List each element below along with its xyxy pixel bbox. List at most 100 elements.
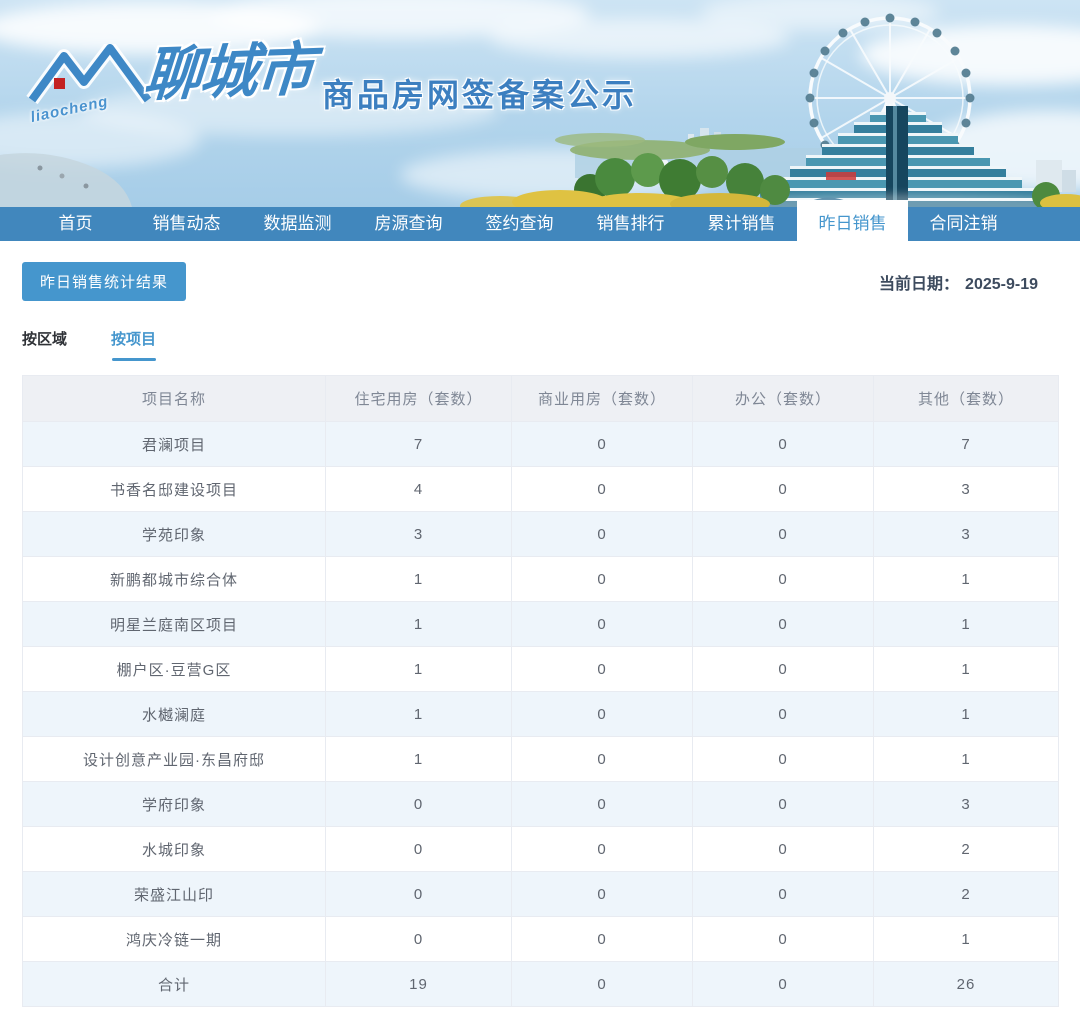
toolbar: 昨日销售统计结果 当前日期： 2025-9-19 bbox=[22, 262, 1038, 301]
col-header-project-name: 项目名称 bbox=[23, 376, 326, 422]
residential-count-cell: 1 bbox=[326, 647, 512, 692]
project-name-cell: 合计 bbox=[23, 962, 326, 1007]
other-count-cell: 1 bbox=[874, 692, 1059, 737]
table-row: 水城印象 0 0 0 2 bbox=[23, 827, 1059, 872]
other-count-cell: 2 bbox=[874, 827, 1059, 872]
tab-by-district[interactable]: 按区域 bbox=[22, 328, 67, 361]
tab-by-project[interactable]: 按项目 bbox=[111, 328, 156, 361]
nav-item-contract-search[interactable]: 签约查询 bbox=[464, 207, 575, 241]
office-count-cell: 0 bbox=[693, 872, 874, 917]
residential-count-cell: 1 bbox=[326, 692, 512, 737]
residential-count-cell: 7 bbox=[326, 422, 512, 467]
commercial-count-cell: 0 bbox=[512, 827, 693, 872]
col-header-residential: 住宅用房（套数） bbox=[326, 376, 512, 422]
table-row: 学府印象 0 0 0 3 bbox=[23, 782, 1059, 827]
residential-count-cell: 0 bbox=[326, 917, 512, 962]
other-count-cell: 3 bbox=[874, 467, 1059, 512]
residential-count-cell: 1 bbox=[326, 557, 512, 602]
project-name-cell: 新鹏都城市综合体 bbox=[23, 557, 326, 602]
residential-count-cell: 0 bbox=[326, 872, 512, 917]
office-count-cell: 0 bbox=[693, 827, 874, 872]
office-count-cell: 0 bbox=[693, 692, 874, 737]
col-header-other: 其他（套数） bbox=[874, 376, 1059, 422]
other-count-cell: 1 bbox=[874, 737, 1059, 782]
commercial-count-cell: 0 bbox=[512, 647, 693, 692]
table-row: 学苑印象 3 0 0 3 bbox=[23, 512, 1059, 557]
current-date-value: 2025-9-19 bbox=[965, 276, 1038, 293]
office-count-cell: 0 bbox=[693, 917, 874, 962]
commercial-count-cell: 0 bbox=[512, 962, 693, 1007]
office-count-cell: 0 bbox=[693, 782, 874, 827]
nav-item-data-monitor[interactable]: 数据监测 bbox=[242, 207, 353, 241]
project-name-cell: 明星兰庭南区项目 bbox=[23, 602, 326, 647]
main-nav: 首页 销售动态 数据监测 房源查询 签约查询 销售排行 累计销售 昨日销售 合同… bbox=[0, 207, 1080, 241]
table-body: 君澜项目 7 0 0 7 书香名邸建设项目 4 0 0 3 学苑印象 3 0 0… bbox=[23, 422, 1059, 1007]
commercial-count-cell: 0 bbox=[512, 872, 693, 917]
office-count-cell: 0 bbox=[693, 557, 874, 602]
nav-item-sales-activity[interactable]: 销售动态 bbox=[131, 207, 242, 241]
table-row: 荣盛江山印 0 0 0 2 bbox=[23, 872, 1059, 917]
current-date-label: 当前日期： bbox=[879, 276, 959, 293]
other-count-cell: 1 bbox=[874, 557, 1059, 602]
project-name-cell: 荣盛江山印 bbox=[23, 872, 326, 917]
other-count-cell: 1 bbox=[874, 647, 1059, 692]
project-name-cell: 鸿庆冷链一期 bbox=[23, 917, 326, 962]
table-row: 明星兰庭南区项目 1 0 0 1 bbox=[23, 602, 1059, 647]
residential-count-cell: 1 bbox=[326, 737, 512, 782]
office-count-cell: 0 bbox=[693, 737, 874, 782]
site-title: 商品房网签备案公示 bbox=[322, 70, 637, 116]
view-tabs: 按区域 按项目 bbox=[22, 328, 1058, 361]
residential-count-cell: 3 bbox=[326, 512, 512, 557]
commercial-count-cell: 0 bbox=[512, 602, 693, 647]
project-name-cell: 学苑印象 bbox=[23, 512, 326, 557]
other-count-cell: 1 bbox=[874, 917, 1059, 962]
nav-item-contract-cancellation[interactable]: 合同注销 bbox=[908, 207, 1019, 241]
commercial-count-cell: 0 bbox=[512, 917, 693, 962]
brand-block: liaocheng 聊城市 商品房网签备案公示 bbox=[26, 44, 637, 116]
residential-count-cell: 0 bbox=[326, 827, 512, 872]
table-row: 合计 19 0 0 26 bbox=[23, 962, 1059, 1007]
other-count-cell: 2 bbox=[874, 872, 1059, 917]
other-count-cell: 3 bbox=[874, 512, 1059, 557]
commercial-count-cell: 0 bbox=[512, 467, 693, 512]
residential-count-cell: 0 bbox=[326, 782, 512, 827]
nav-item-home[interactable]: 首页 bbox=[20, 207, 131, 241]
nav-item-cumulative-sales[interactable]: 累计销售 bbox=[686, 207, 797, 241]
yesterday-sales-result-button[interactable]: 昨日销售统计结果 bbox=[22, 262, 186, 301]
nav-item-sales-ranking[interactable]: 销售排行 bbox=[575, 207, 686, 241]
residential-count-cell: 1 bbox=[326, 602, 512, 647]
project-name-cell: 水樾澜庭 bbox=[23, 692, 326, 737]
table-header: 项目名称 住宅用房（套数） 商业用房（套数） 办公（套数） 其他（套数） bbox=[23, 376, 1059, 422]
project-name-cell: 水城印象 bbox=[23, 827, 326, 872]
commercial-count-cell: 0 bbox=[512, 782, 693, 827]
commercial-count-cell: 0 bbox=[512, 557, 693, 602]
yesterday-sales-table: 项目名称 住宅用房（套数） 商业用房（套数） 办公（套数） 其他（套数） 君澜项… bbox=[22, 375, 1059, 1007]
office-count-cell: 0 bbox=[693, 647, 874, 692]
table-row: 新鹏都城市综合体 1 0 0 1 bbox=[23, 557, 1059, 602]
office-count-cell: 0 bbox=[693, 422, 874, 467]
site-logo: liaocheng bbox=[26, 44, 154, 116]
current-date: 当前日期： 2025-9-19 bbox=[879, 270, 1038, 294]
commercial-count-cell: 0 bbox=[512, 737, 693, 782]
project-name-cell: 设计创意产业园·东昌府邸 bbox=[23, 737, 326, 782]
project-name-cell: 棚户区·豆营G区 bbox=[23, 647, 326, 692]
office-count-cell: 0 bbox=[693, 467, 874, 512]
other-count-cell: 3 bbox=[874, 782, 1059, 827]
table-row: 君澜项目 7 0 0 7 bbox=[23, 422, 1059, 467]
office-count-cell: 0 bbox=[693, 602, 874, 647]
commercial-count-cell: 0 bbox=[512, 512, 693, 557]
project-name-cell: 君澜项目 bbox=[23, 422, 326, 467]
nav-item-listing-search[interactable]: 房源查询 bbox=[353, 207, 464, 241]
office-count-cell: 0 bbox=[693, 512, 874, 557]
table-row: 水樾澜庭 1 0 0 1 bbox=[23, 692, 1059, 737]
other-count-cell: 26 bbox=[874, 962, 1059, 1007]
office-count-cell: 0 bbox=[693, 962, 874, 1007]
col-header-office: 办公（套数） bbox=[693, 376, 874, 422]
project-name-cell: 学府印象 bbox=[23, 782, 326, 827]
nav-item-yesterday-sales[interactable]: 昨日销售 bbox=[797, 200, 908, 241]
commercial-count-cell: 0 bbox=[512, 422, 693, 467]
table-row: 书香名邸建设项目 4 0 0 3 bbox=[23, 467, 1059, 512]
project-name-cell: 书香名邸建设项目 bbox=[23, 467, 326, 512]
table-row: 棚户区·豆营G区 1 0 0 1 bbox=[23, 647, 1059, 692]
commercial-count-cell: 0 bbox=[512, 692, 693, 737]
